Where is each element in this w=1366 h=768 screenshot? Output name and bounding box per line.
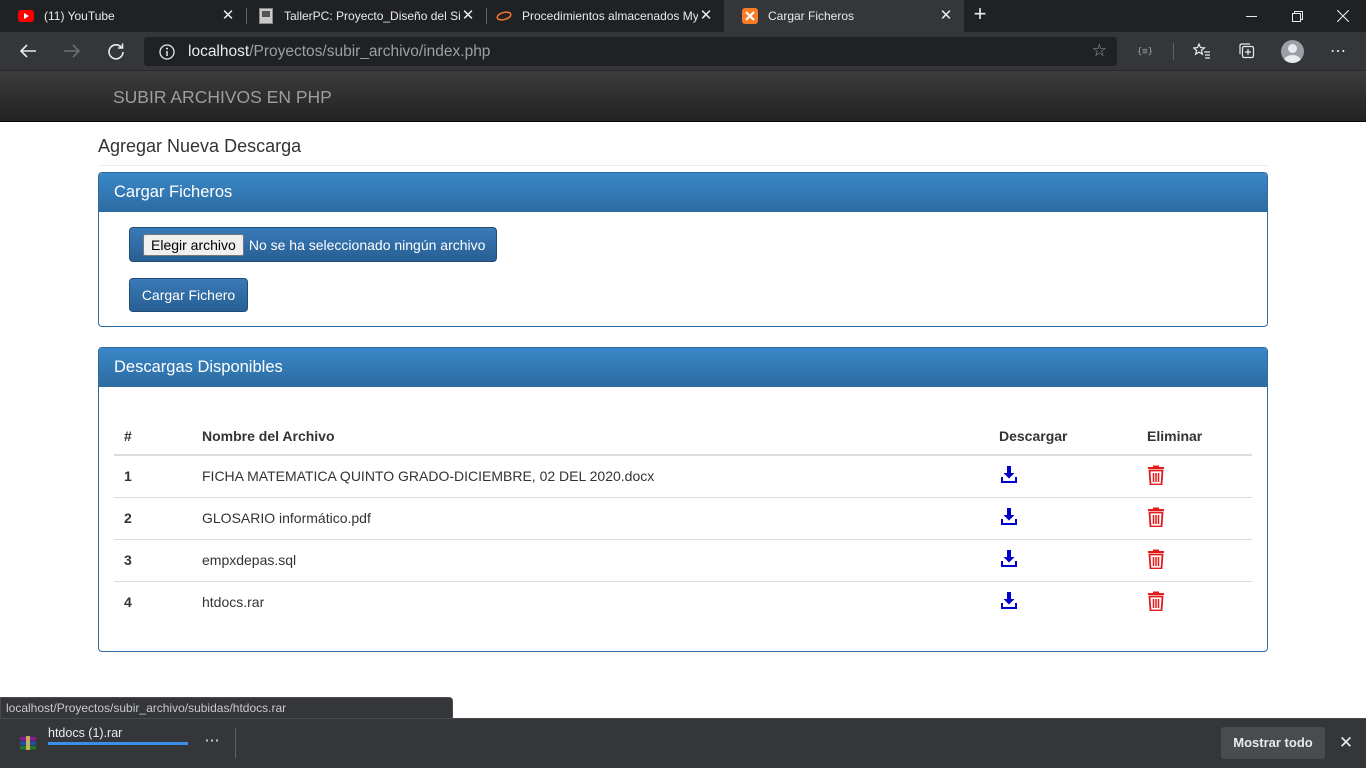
- tab-youtube[interactable]: (11) YouTube ✕: [0, 0, 246, 32]
- no-file-label: No se ha seleccionado ningún archivo: [248, 236, 486, 253]
- xampp-icon: [742, 8, 758, 24]
- site-navbar: SUBIR ARCHIVOS EN PHP: [0, 71, 1366, 122]
- browser-toolbar: localhost/Proyectos/subir_archivo/index.…: [0, 32, 1366, 71]
- address-bar[interactable]: localhost/Proyectos/subir_archivo/index.…: [144, 37, 1117, 66]
- profile-avatar[interactable]: [1281, 40, 1304, 63]
- download-cell: [989, 580, 1137, 623]
- file-input[interactable]: Elegir archivo No se ha seleccionado nin…: [129, 227, 497, 262]
- trash-icon[interactable]: [1147, 591, 1165, 614]
- link-icon: [496, 8, 512, 24]
- favorites-icon[interactable]: [1187, 36, 1217, 66]
- youtube-icon: [18, 8, 34, 24]
- downloads-table: # Nombre del Archivo Descargar Eliminar …: [114, 418, 1252, 623]
- rar-archive-icon: [19, 735, 37, 753]
- back-arrow-icon[interactable]: [13, 36, 43, 66]
- close-download-shelf-icon[interactable]: ✕: [1336, 733, 1356, 753]
- delete-cell: [1137, 538, 1252, 581]
- url-host: localhost: [188, 42, 250, 60]
- choose-file-button[interactable]: Elegir archivo: [143, 233, 244, 256]
- download-shelf-divider: [235, 728, 236, 758]
- trash-icon[interactable]: [1147, 507, 1165, 530]
- settings-more-icon[interactable]: ⋯: [1323, 36, 1353, 66]
- table-row: 3 empxdepas.sql: [114, 538, 1252, 581]
- url-path: /Proyectos/subir_archivo/index.php: [249, 42, 491, 60]
- favorite-star-icon[interactable]: ☆: [1092, 42, 1107, 60]
- file-name: empxdepas.sql: [192, 538, 989, 581]
- table-row: 4 htdocs.rar: [114, 580, 1252, 623]
- upload-panel-heading: Cargar Ficheros: [99, 173, 1267, 212]
- site-info-icon[interactable]: [158, 43, 176, 61]
- tab-title: Procedimientos almacenados My: [522, 9, 698, 23]
- collections-icon[interactable]: [1232, 36, 1262, 66]
- download-icon[interactable]: [1000, 507, 1018, 529]
- download-progress-bar: [48, 742, 188, 745]
- refresh-icon[interactable]: [101, 36, 131, 66]
- page-title: Agregar Nueva Descarga: [98, 136, 302, 156]
- minimize-icon[interactable]: [1228, 0, 1274, 32]
- download-icon[interactable]: [1000, 591, 1018, 613]
- close-window-icon[interactable]: [1320, 0, 1366, 32]
- tab-title: Cargar Ficheros: [768, 9, 855, 23]
- row-number: 3: [114, 538, 192, 581]
- row-number: 4: [114, 580, 192, 623]
- page-icon: [258, 8, 274, 24]
- upload-panel: Cargar Ficheros Elegir archivo No se ha …: [98, 172, 1268, 327]
- svg-text:{≡}: {≡}: [1137, 47, 1153, 57]
- upload-file-button[interactable]: Cargar Fichero: [129, 278, 248, 312]
- tab-title: (11) YouTube: [44, 9, 115, 23]
- column-header-number: #: [114, 418, 192, 456]
- download-icon[interactable]: [1000, 549, 1018, 571]
- downloads-panel-heading: Descargas Disponibles: [99, 348, 1267, 387]
- title-divider: [98, 165, 1268, 166]
- file-name: GLOSARIO informático.pdf: [192, 496, 989, 539]
- column-header-download: Descargar: [989, 418, 1137, 456]
- navbar-brand[interactable]: SUBIR ARCHIVOS EN PHP: [113, 87, 332, 108]
- download-icon[interactable]: [1000, 465, 1018, 487]
- tab-title: TallerPC: Proyecto_Diseño del Sis: [284, 9, 460, 23]
- downloads-panel: Descargas Disponibles # Nombre del Archi…: [98, 347, 1268, 652]
- status-bar-url: localhost/Proyectos/subir_archivo/subida…: [0, 697, 453, 718]
- trash-icon[interactable]: [1147, 465, 1165, 488]
- download-cell: [989, 496, 1137, 539]
- toolbar-divider: [1173, 43, 1174, 60]
- tab-procedimientos[interactable]: Procedimientos almacenados My ✕: [478, 0, 724, 32]
- new-tab-button[interactable]: +: [969, 3, 991, 26]
- tab-close-icon[interactable]: ✕: [460, 8, 476, 24]
- table-row: 2 GLOSARIO informático.pdf: [114, 496, 1252, 539]
- tab-tallerpc[interactable]: TallerPC: Proyecto_Diseño del Sis ✕: [240, 0, 486, 32]
- restore-icon[interactable]: [1274, 0, 1320, 32]
- show-all-downloads-button[interactable]: Mostrar todo: [1221, 727, 1325, 759]
- row-number: 1: [124, 468, 132, 485]
- trash-icon[interactable]: [1147, 549, 1165, 572]
- browser-tab-strip: (11) YouTube ✕ TallerPC: Proyecto_Diseño…: [0, 0, 1366, 32]
- download-file-name[interactable]: htdocs (1).rar: [48, 726, 122, 740]
- download-more-options-icon[interactable]: ⋯: [201, 731, 223, 753]
- download-progress-fill: [48, 742, 188, 745]
- reader-mode-icon[interactable]: {≡}: [1130, 36, 1160, 66]
- delete-cell: [1137, 455, 1252, 497]
- row-number: 2: [114, 496, 192, 539]
- column-header-file-name: Nombre del Archivo: [192, 418, 989, 456]
- table-row: 1 FICHA MATEMATICA QUINTO GRADO-DICIEMBRE…: [114, 455, 1252, 497]
- delete-cell: [1137, 496, 1252, 539]
- delete-cell: [1137, 580, 1252, 623]
- tab-cargar-ficheros[interactable]: Cargar Ficheros ✕: [724, 0, 964, 32]
- download-shelf: htdocs (1).rar ⋯ Mostrar todo ✕: [0, 718, 1366, 768]
- tab-close-icon[interactable]: ✕: [220, 8, 236, 24]
- file-name: htdocs.rar: [192, 580, 989, 623]
- tab-close-icon[interactable]: ✕: [698, 8, 714, 24]
- forward-arrow-icon[interactable]: [57, 36, 87, 66]
- table-header-row: # Nombre del Archivo Descargar Eliminar: [114, 418, 1252, 456]
- file-name: FICHA MATEMATICA QUINTO GRADO-DICIEMBRE,…: [202, 468, 655, 485]
- url-text[interactable]: localhost/Proyectos/subir_archivo/index.…: [188, 43, 490, 61]
- column-header-delete: Eliminar: [1137, 418, 1252, 456]
- tab-close-icon[interactable]: ✕: [938, 8, 954, 24]
- download-cell: [989, 538, 1137, 581]
- download-cell: [989, 455, 1137, 497]
